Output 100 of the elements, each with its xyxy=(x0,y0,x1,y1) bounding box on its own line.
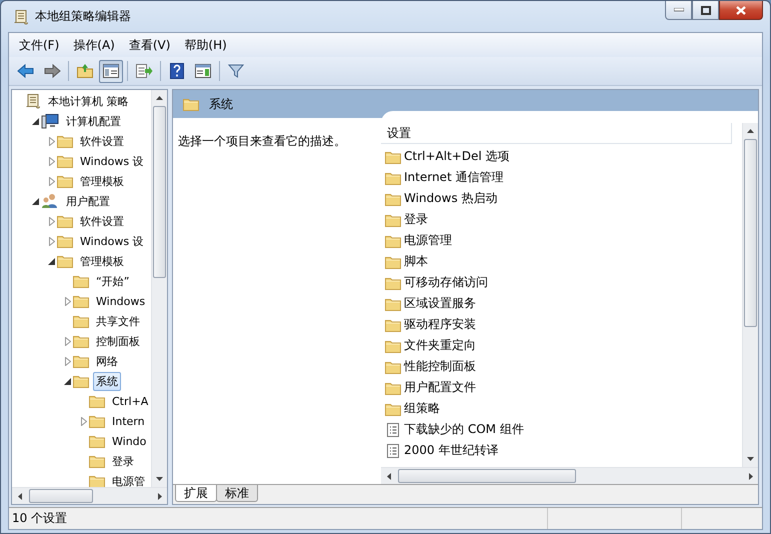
tree-item[interactable]: Windows 设 xyxy=(77,152,147,170)
list-item[interactable]: 2000 年世纪转译 xyxy=(404,442,498,459)
collapsed-triangle-icon[interactable] xyxy=(80,416,86,426)
scroll-icon xyxy=(25,93,41,109)
list-item[interactable]: 下载缺少的 COM 组件 xyxy=(404,421,524,438)
folder-icon xyxy=(385,296,401,310)
folder-icon xyxy=(89,414,105,428)
scrollbar-thumb[interactable] xyxy=(398,469,576,483)
list-item[interactable]: Internet 通信管理 xyxy=(404,169,504,186)
maximize-icon xyxy=(700,6,710,14)
document-icon xyxy=(385,422,401,436)
folder-icon xyxy=(57,254,73,268)
collapsed-triangle-icon[interactable] xyxy=(64,336,70,346)
folder-icon xyxy=(73,354,89,368)
tree-item[interactable]: 系统 xyxy=(93,372,121,390)
menu-item[interactable]: 帮助(H) xyxy=(177,34,234,56)
folder-icon xyxy=(89,434,105,448)
column-header[interactable]: 设置 xyxy=(381,123,732,144)
scrollbar-thumb[interactable] xyxy=(153,106,166,278)
folder-icon xyxy=(73,314,89,328)
computer-icon xyxy=(41,113,59,129)
list-item[interactable]: Ctrl+Alt+Del 选项 xyxy=(404,148,510,165)
list-item[interactable]: 区域设置服务 xyxy=(404,295,476,312)
folder-icon xyxy=(89,454,105,468)
tree-item[interactable]: Intern xyxy=(109,412,148,430)
list-item[interactable]: 文件夹重定向 xyxy=(404,337,476,354)
tree-item[interactable]: 本地计算机 策略 xyxy=(45,92,132,110)
folder-icon xyxy=(385,338,401,352)
folder-icon xyxy=(385,276,401,290)
tree-item[interactable]: Windows xyxy=(93,292,148,310)
tab[interactable]: 扩展 xyxy=(175,485,217,502)
tree-item[interactable]: 软件设置 xyxy=(77,132,127,150)
folder-icon xyxy=(73,374,89,388)
menu-item[interactable]: 文件(F) xyxy=(12,34,66,56)
close-icon xyxy=(736,6,746,14)
tree-item[interactable]: 用户配置 xyxy=(63,192,113,210)
tree-item[interactable]: 网络 xyxy=(93,352,121,370)
list-item[interactable]: 性能控制面板 xyxy=(404,358,476,375)
list-item[interactable]: 可移动存储访问 xyxy=(404,274,488,291)
vertical-scrollbar[interactable] xyxy=(742,123,758,467)
expanded-triangle-icon[interactable] xyxy=(32,198,39,204)
collapsed-triangle-icon[interactable] xyxy=(48,236,54,246)
collapsed-triangle-icon[interactable] xyxy=(64,296,70,306)
list-item[interactable]: 电源管理 xyxy=(404,232,452,249)
tree-item[interactable]: 软件设置 xyxy=(77,212,127,230)
scrollbar-thumb[interactable] xyxy=(29,489,93,503)
collapsed-triangle-icon[interactable] xyxy=(64,356,70,366)
folder-icon xyxy=(385,150,401,164)
expanded-triangle-icon[interactable] xyxy=(64,378,71,384)
tree-item[interactable]: 登录 xyxy=(109,452,137,470)
panel-toggle-icon[interactable] xyxy=(99,60,123,82)
tree-item[interactable]: 计算机配置 xyxy=(63,112,124,130)
folder-icon xyxy=(385,402,401,416)
scroll-icon xyxy=(13,8,29,24)
folder-icon xyxy=(57,134,73,148)
tree-item[interactable]: Windows 设 xyxy=(77,232,147,250)
maximize-button[interactable] xyxy=(692,1,719,20)
tree-item[interactable]: Windo xyxy=(109,432,150,450)
list-item[interactable]: 驱动程序安装 xyxy=(404,316,476,333)
minimize-button[interactable] xyxy=(665,1,692,20)
tree-item[interactable]: 管理模板 xyxy=(77,252,127,270)
list-item[interactable]: 组策略 xyxy=(404,400,440,417)
collapsed-triangle-icon[interactable] xyxy=(48,176,54,186)
folder-icon xyxy=(73,274,89,288)
tree-item[interactable]: 共享文件 xyxy=(93,312,143,330)
folder-icon xyxy=(385,318,401,332)
folder-icon xyxy=(385,380,401,394)
close-button[interactable] xyxy=(719,1,763,20)
collapsed-triangle-icon[interactable] xyxy=(48,216,54,226)
tree-item[interactable]: “开始” xyxy=(93,272,132,290)
list-item[interactable]: 登录 xyxy=(404,211,428,228)
tree-item[interactable]: Ctrl+A xyxy=(109,392,151,410)
folder-icon xyxy=(57,234,73,248)
scrollbar-thumb[interactable] xyxy=(744,139,757,327)
tab[interactable]: 标准 xyxy=(216,485,258,502)
list-item[interactable]: Windows 热启动 xyxy=(404,190,498,207)
expanded-triangle-icon[interactable] xyxy=(32,118,39,124)
list-item[interactable]: 脚本 xyxy=(404,253,428,270)
tree-item[interactable]: 电源管 xyxy=(109,472,148,487)
collapsed-triangle-icon[interactable] xyxy=(48,156,54,166)
menu-item[interactable]: 操作(A) xyxy=(66,34,122,56)
folder-icon xyxy=(89,474,105,487)
window-title: 本地组策略编辑器 xyxy=(35,8,131,25)
folder-icon xyxy=(57,174,73,188)
collapsed-triangle-icon[interactable] xyxy=(48,136,54,146)
folder-icon xyxy=(385,254,401,268)
horizontal-scrollbar[interactable] xyxy=(381,467,758,484)
status-text: 10 个设置 xyxy=(12,510,68,527)
list-item[interactable]: 用户配置文件 xyxy=(404,379,476,396)
document-icon xyxy=(385,444,401,458)
section-title: 系统 xyxy=(209,96,233,112)
users-icon xyxy=(41,193,59,209)
horizontal-scrollbar[interactable] xyxy=(12,487,167,504)
vertical-scrollbar[interactable] xyxy=(151,90,167,487)
folder-icon xyxy=(385,192,401,206)
menu-item[interactable]: 查看(V) xyxy=(122,34,178,56)
tree-item[interactable]: 控制面板 xyxy=(93,332,143,350)
expanded-triangle-icon[interactable] xyxy=(48,258,55,264)
minimize-icon xyxy=(674,8,684,12)
tree-item[interactable]: 管理模板 xyxy=(77,172,127,190)
